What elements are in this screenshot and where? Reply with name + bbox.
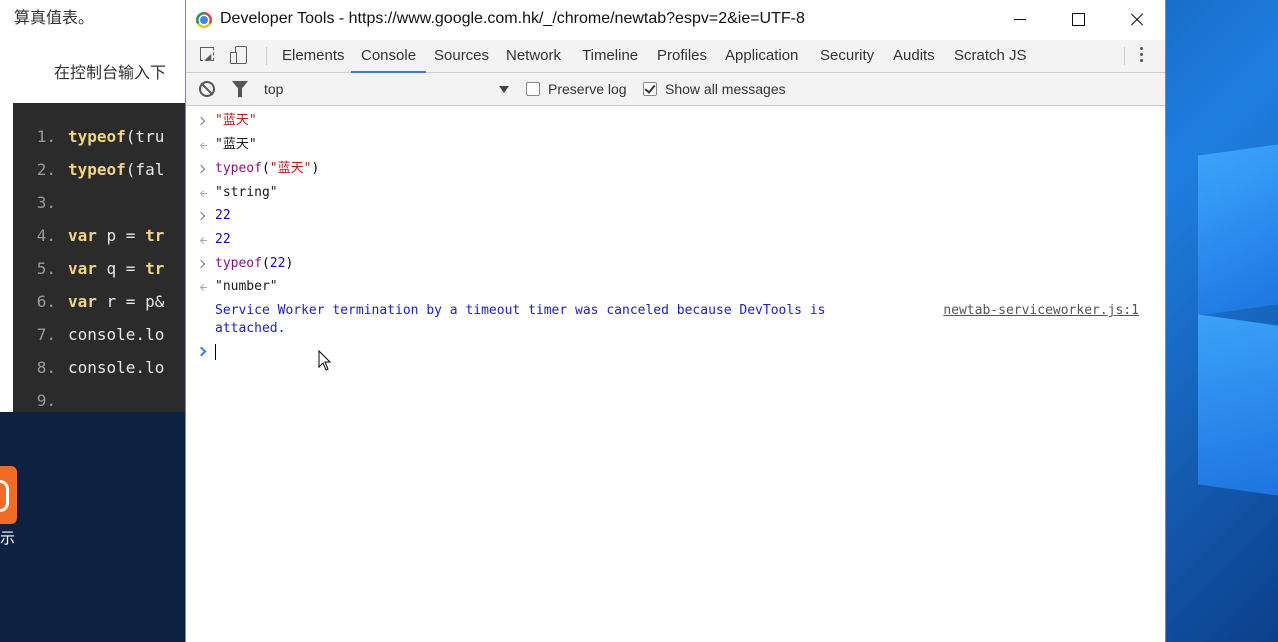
code-line: 2. typeof(fal	[36, 160, 165, 179]
console-input-row: typeof("蓝天")	[215, 161, 320, 176]
tab-network[interactable]: Network	[506, 40, 561, 71]
code-line: 3.	[36, 193, 56, 212]
show-all-messages-label[interactable]: Show all messages	[665, 81, 786, 97]
text-caret	[215, 344, 216, 360]
console-output-row: "蓝天"	[201, 137, 257, 152]
background-web-page: 算真值表。 在控制台输入下 1. typeof(tru 2. typeof(fal …	[0, 0, 186, 413]
maximize-icon	[1072, 13, 1085, 26]
show-all-messages-checkbox[interactable]	[643, 82, 657, 96]
console-input-row: "蓝天"	[215, 113, 257, 128]
divider	[266, 47, 267, 65]
minimize-button[interactable]	[991, 0, 1049, 40]
filter-icon[interactable]	[232, 81, 248, 97]
tab-security[interactable]: Security	[820, 40, 874, 71]
device-toolbar-icon[interactable]	[230, 46, 250, 66]
preserve-log-label[interactable]: Preserve log	[548, 81, 627, 97]
window-title: Developer Tools - https://www.google.com…	[220, 10, 805, 27]
console-input-row: typeof(22)	[215, 256, 294, 271]
tab-scratch-js[interactable]: Scratch JS	[954, 40, 1027, 71]
chrome-icon	[196, 12, 212, 28]
devtools-window: Developer Tools - https://www.google.com…	[185, 0, 1166, 642]
code-block: 1. typeof(tru 2. typeof(fal 3. 4. var p = t…	[13, 103, 186, 413]
context-selector[interactable]: top	[264, 81, 283, 97]
console-output-row: "string"	[201, 185, 278, 200]
tab-sources[interactable]: Sources	[434, 40, 489, 71]
console-toolbar: top Preserve log Show all messages	[186, 73, 1165, 106]
code-line: 6. var r = p&	[36, 292, 165, 311]
more-options-icon[interactable]	[1140, 47, 1144, 65]
title-bar[interactable]: Developer Tools - https://www.google.com…	[186, 0, 1165, 40]
divider	[1124, 47, 1125, 65]
tab-profiles[interactable]: Profiles	[657, 40, 707, 71]
page-text-line: 算真值表。	[14, 8, 95, 27]
tab-elements[interactable]: Elements	[282, 40, 345, 71]
minimize-icon	[1014, 19, 1026, 20]
tab-audits[interactable]: Audits	[893, 40, 935, 71]
tab-application[interactable]: Application	[725, 40, 798, 71]
page-dark-area	[0, 412, 186, 642]
code-line: 7. console.lo	[36, 325, 165, 344]
tab-timeline[interactable]: Timeline	[582, 40, 638, 71]
code-line: 8. console.lo	[36, 358, 165, 377]
console-info-message-cont: attached.	[215, 321, 286, 336]
maximize-button[interactable]	[1049, 0, 1107, 40]
close-button[interactable]	[1107, 0, 1165, 40]
console-output-row: 22	[201, 232, 231, 247]
page-text-line: 在控制台输入下	[54, 63, 167, 82]
code-line: 5. var q = tr	[36, 259, 165, 278]
panel-tab-bar: Elements Console Sources Network Timelin…	[186, 40, 1165, 73]
console-output[interactable]: "蓝天" "蓝天" typeof("蓝天") "string" 22 22 ty…	[186, 106, 1165, 642]
chevron-down-icon[interactable]	[499, 86, 509, 93]
page-caption: 示	[0, 529, 16, 547]
code-line: 4. var p = tr	[36, 226, 165, 245]
code-line: 1. typeof(tru	[36, 127, 165, 146]
tab-console[interactable]: Console	[351, 40, 427, 73]
preserve-log-checkbox[interactable]	[526, 82, 540, 96]
windows-logo	[1163, 0, 1278, 642]
floating-action-button[interactable]	[0, 466, 17, 524]
clear-console-icon[interactable]	[199, 81, 215, 97]
console-input-row: 22	[215, 208, 231, 223]
inspect-element-icon[interactable]	[199, 46, 219, 66]
console-output-row: "number"	[201, 279, 278, 294]
